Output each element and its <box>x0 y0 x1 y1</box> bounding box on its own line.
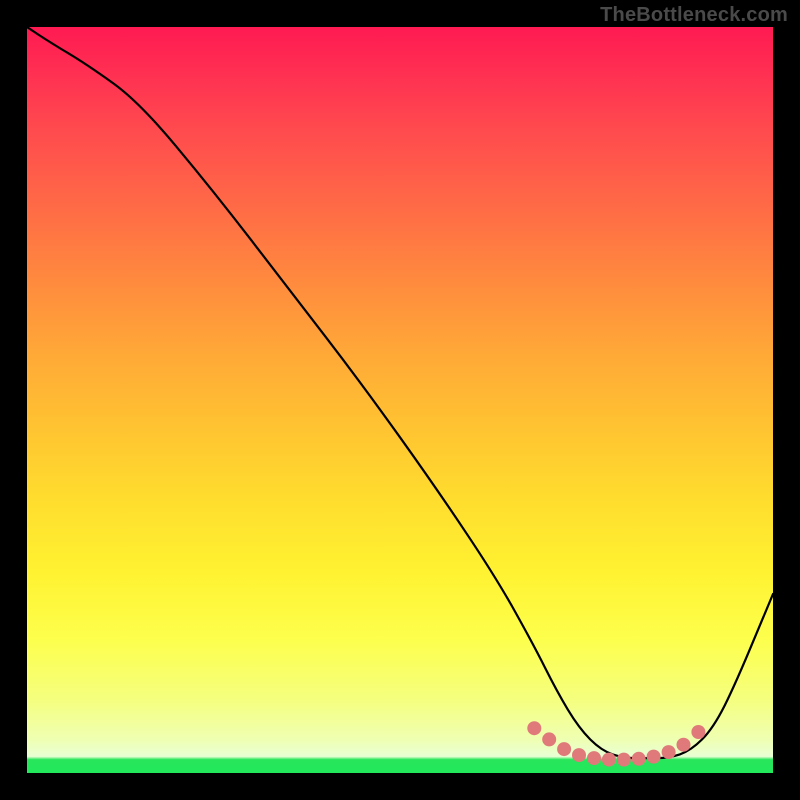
chart-container: TheBottleneck.com <box>0 0 800 800</box>
optimal-dot <box>557 742 571 756</box>
optimal-dot <box>572 748 586 762</box>
optimal-dot <box>602 753 616 767</box>
optimal-dot <box>632 752 646 766</box>
optimal-dot <box>662 745 676 759</box>
bottleneck-curve-path <box>27 27 773 758</box>
optimal-dot <box>647 750 661 764</box>
optimal-dot <box>617 753 631 767</box>
optimal-dot <box>677 738 691 752</box>
watermark-text: TheBottleneck.com <box>600 4 788 27</box>
optimal-dot <box>691 725 705 739</box>
optimal-zone-dots <box>527 721 705 766</box>
chart-svg <box>27 27 773 773</box>
optimal-dot <box>587 751 601 765</box>
plot-area <box>27 27 773 773</box>
optimal-dot <box>542 732 556 746</box>
optimal-dot <box>527 721 541 735</box>
